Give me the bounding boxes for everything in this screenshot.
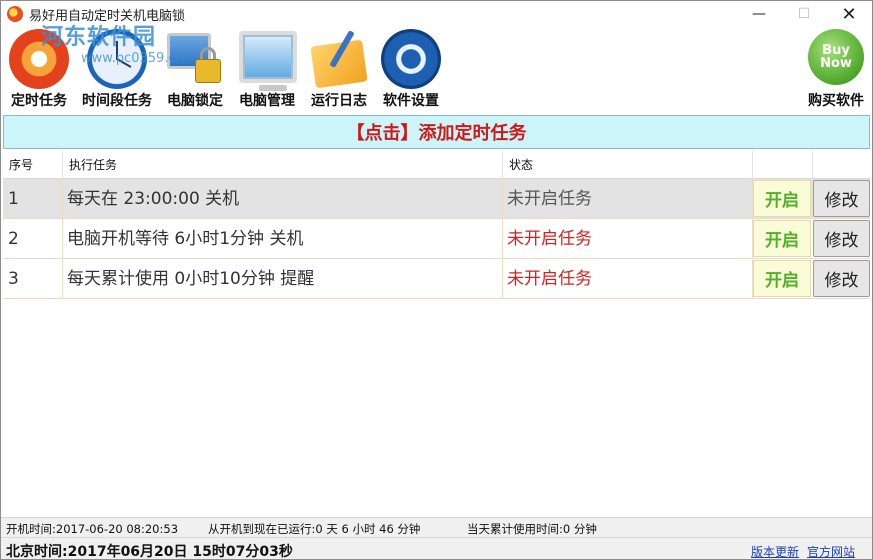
uptime: 从开机到现在已运行:0 天 6 小时 46 分钟 [208, 522, 421, 536]
toolbar-label: 电脑锁定 [167, 93, 223, 109]
app-window: 易好用自动定时关机电脑锁 — ☐ ✕ 定时任务 时间段任务 电脑锁定 电脑管理 … [0, 0, 873, 560]
update-link[interactable]: 版本更新 [751, 543, 799, 560]
app-logo-icon [7, 6, 23, 22]
row-number: 2 [3, 219, 63, 259]
status-bar-clock: 北京时间:2017年06月20日 15时07分03秒 版本更新 官方网站 [1, 537, 872, 560]
edit-button[interactable]: 修改 [813, 180, 870, 217]
maximize-button[interactable]: ☐ [781, 1, 827, 27]
add-task-button[interactable]: 【点击】添加定时任务 [3, 115, 870, 149]
edit-button[interactable]: 修改 [813, 220, 870, 257]
table-header: 序号 执行任务 状态 [3, 151, 870, 179]
minimize-button[interactable]: — [736, 1, 782, 27]
monitor-icon [237, 29, 297, 91]
enable-button[interactable]: 开启 [753, 220, 811, 257]
website-link[interactable]: 官方网站 [807, 543, 855, 560]
column-header-num: 序号 [3, 151, 63, 179]
watermark-url: www.pc0359.cn [81, 51, 184, 66]
toolbar-label: 电脑管理 [239, 93, 295, 109]
toolbar-buy-software[interactable]: Buy Now 购买软件 [803, 27, 869, 111]
beijing-time: 北京时间:2017年06月20日 15时07分03秒 [6, 544, 293, 560]
gear-icon [381, 29, 441, 89]
row-status: 未开启任务 [503, 219, 753, 259]
row-number: 1 [3, 179, 63, 219]
column-header-edit [813, 151, 870, 179]
toolbar-label: 购买软件 [808, 93, 864, 109]
column-header-on [753, 151, 813, 179]
column-header-task: 执行任务 [63, 151, 503, 179]
edit-button[interactable]: 修改 [813, 260, 870, 297]
toolbar-label: 运行日志 [311, 93, 367, 109]
watermark-text: 河东软件园 [41, 25, 157, 50]
toolbar-software-settings[interactable]: 软件设置 [375, 27, 447, 111]
buy-now-icon: Buy Now [808, 29, 864, 85]
row-task: 每天累计使用 0小时10分钟 提醒 [63, 259, 503, 299]
status-bar-info: 开机时间:2017-06-20 08:20:53 从开机到现在已运行:0 天 6… [1, 517, 872, 537]
toolbar-label: 定时任务 [11, 93, 67, 109]
close-button[interactable]: ✕ [826, 1, 872, 27]
row-status: 未开启任务 [503, 179, 753, 219]
enable-button[interactable]: 开启 [753, 260, 811, 297]
enable-button[interactable]: 开启 [753, 180, 811, 217]
task-table: 序号 执行任务 状态 1 每天在 23:00:00 关机 未开启任务 开启 修改… [3, 151, 870, 299]
notebook-pen-icon [309, 29, 369, 89]
boot-time: 开机时间:2017-06-20 08:20:53 [6, 522, 179, 536]
row-task: 每天在 23:00:00 关机 [63, 179, 503, 219]
table-row[interactable]: 2 电脑开机等待 6小时1分钟 关机 未开启任务 开启 修改 [3, 219, 870, 259]
toolbar-run-log[interactable]: 运行日志 [303, 27, 375, 111]
toolbar-computer-lock[interactable]: 电脑锁定 [159, 27, 231, 111]
toolbar-label: 时间段任务 [82, 93, 152, 109]
toolbar-label: 软件设置 [383, 93, 439, 109]
table-row[interactable]: 1 每天在 23:00:00 关机 未开启任务 开启 修改 [3, 179, 870, 219]
table-row[interactable]: 3 每天累计使用 0小时10分钟 提醒 未开启任务 开启 修改 [3, 259, 870, 299]
row-number: 3 [3, 259, 63, 299]
column-header-status: 状态 [503, 151, 753, 179]
usage-today: 当天累计使用时间:0 分钟 [467, 522, 597, 536]
toolbar-computer-manage[interactable]: 电脑管理 [231, 27, 303, 111]
row-task: 电脑开机等待 6小时1分钟 关机 [63, 219, 503, 259]
row-status: 未开启任务 [503, 259, 753, 299]
